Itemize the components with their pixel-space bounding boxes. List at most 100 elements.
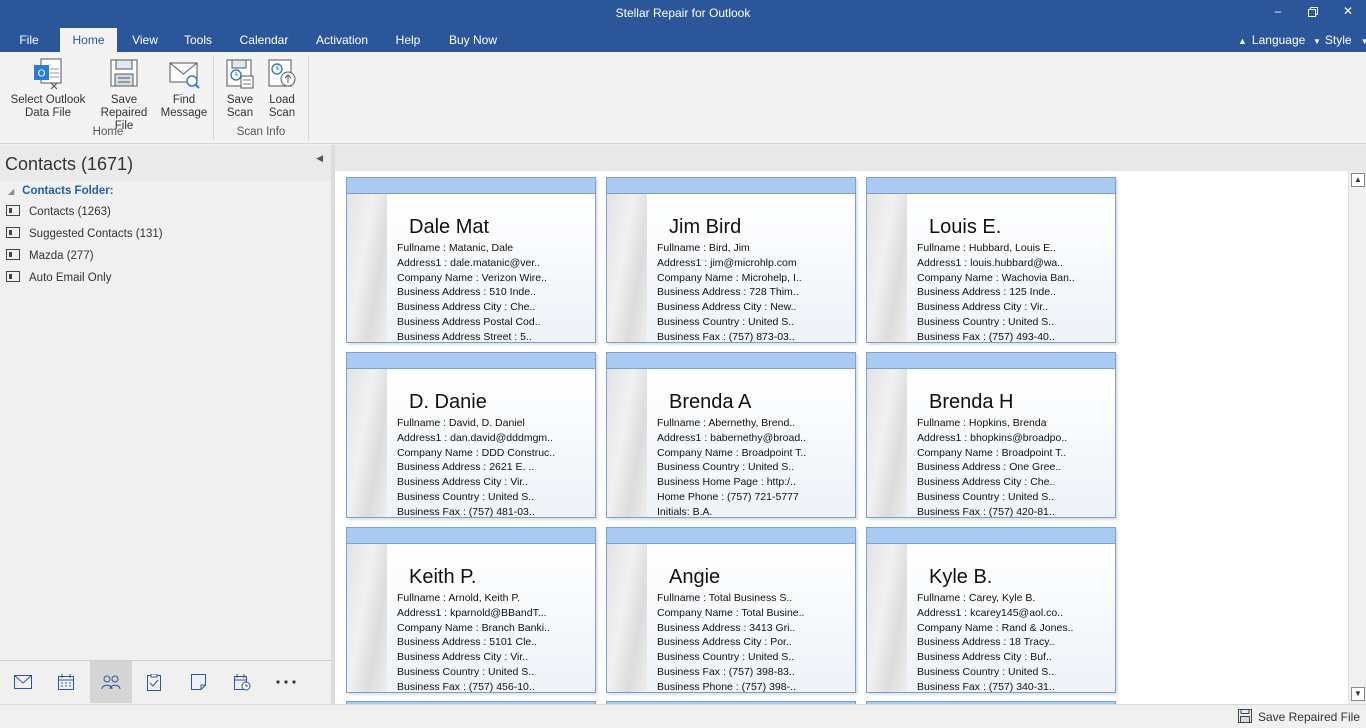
load-scan-button[interactable]: Load Scan — [262, 56, 302, 120]
load-scan-label-2: Scan — [268, 107, 296, 119]
status-save-label: Save Repaired File — [1257, 710, 1360, 724]
tab-home[interactable]: Home — [60, 28, 117, 52]
contact-card-field: Business Country : United S.. — [917, 315, 1055, 328]
scroll-down-icon[interactable]: ▼ — [1351, 687, 1365, 701]
contact-card-body: Kyle B. Fullname : Carey, Kyle B. Address1… — [907, 544, 1115, 692]
select-outlook-data-file-button[interactable]: O Select Outlook Data File — [6, 56, 90, 120]
status-bar: Save Repaired File — [0, 704, 1366, 728]
contact-card-field: Address1 : dale.matanic@ver.. — [397, 256, 541, 269]
contact-card-field: Fullname : Hubbard, Louis E.. — [917, 242, 1056, 254]
nav-calendar-button[interactable] — [45, 661, 87, 703]
tab-view[interactable]: View — [124, 28, 166, 52]
save-repaired-file-button[interactable]: Save Repaired File — [90, 56, 158, 133]
contact-card[interactable]: Brenda A Fullname : Abernethy, Brend.. Add… — [606, 352, 856, 518]
contact-card[interactable]: Louis E. Fullname : Hubbard, Louis E.. Add… — [866, 177, 1116, 343]
chevron-up-icon: ▲ — [1238, 36, 1247, 46]
select-outlook-label-1: Select Outlook — [10, 94, 86, 106]
contact-card-field: Business Address : 728 Thim.. — [657, 286, 799, 299]
folder-pane-header: Contacts (1671) ◀ — [0, 145, 331, 181]
folder-item-contacts[interactable]: Contacts (1263) — [6, 205, 111, 223]
folder-item-label: Auto Email Only — [29, 272, 112, 284]
status-save-repaired-button[interactable]: Save Repaired File — [1237, 709, 1360, 724]
close-button[interactable]: ✕ — [1334, 4, 1362, 24]
tab-activation[interactable]: Activation — [308, 28, 376, 52]
contact-card[interactable]: Angie Fullname : Total Business S.. Compan… — [606, 527, 856, 693]
nav-notes-button[interactable] — [177, 661, 219, 703]
contact-card[interactable]: D. Danie Fullname : David, D. Daniel Addre… — [346, 352, 596, 518]
chevron-down-icon: ▼ — [1360, 37, 1366, 46]
contact-card-field: Business Address Postal Cod.. — [397, 315, 541, 328]
folder-item-label: Mazda (277) — [29, 250, 94, 262]
contact-card-field: Fullname : Arnold, Keith P. — [397, 592, 520, 604]
tab-buy-now[interactable]: Buy Now — [442, 28, 504, 52]
contact-card-body: Jim Bird Fullname : Bird, Jim Address1 : j… — [647, 194, 855, 342]
contact-cards-view: Dale Mat Fullname : Matanic, Dale Address1… — [335, 171, 1348, 704]
nav-tasks-button[interactable] — [133, 661, 175, 703]
folder-item-suggested-contacts[interactable]: Suggested Contacts (131) — [6, 227, 163, 245]
contact-card-name: Jim Bird — [669, 216, 742, 238]
load-scan-icon — [268, 59, 296, 87]
folder-item-auto-email-only[interactable]: Auto Email Only — [6, 271, 111, 289]
scroll-up-icon[interactable]: ▲ — [1351, 173, 1365, 187]
tab-file[interactable]: File — [8, 28, 50, 52]
tab-help[interactable]: Help — [390, 28, 426, 52]
nav-mail-button[interactable] — [2, 661, 44, 703]
contact-card-field: Business Country : United S.. — [917, 490, 1055, 503]
nav-contacts-button[interactable] — [90, 661, 132, 703]
folder-item-mazda[interactable]: Mazda (277) — [6, 249, 94, 267]
contact-card[interactable]: Dale Mat Fullname : Matanic, Dale Address1… — [346, 177, 596, 343]
module-nav-bar — [0, 660, 331, 704]
save-scan-label-2: Scan — [226, 107, 254, 119]
contact-card-details: Fullname : Total Business S.. Company Nam… — [657, 591, 804, 693]
contact-card[interactable]: Brenda H Fullname : Hopkins, Brenda Addres… — [866, 352, 1116, 518]
contact-card[interactable]: Kyle B. Fullname : Carey, Kyle B. Address1… — [866, 527, 1116, 693]
contact-card-body: Brenda H Fullname : Hopkins, Brenda Addres… — [907, 369, 1115, 517]
contact-card-field: Home Phone : (757) 721-5777 — [657, 490, 799, 503]
contact-card-field: Fullname : Bird, Jim — [657, 242, 750, 254]
contact-card-field: Business Country : United S.. — [397, 665, 535, 678]
contact-card-icon — [6, 227, 20, 238]
contact-card-field: Business Address : 125 Inde.. — [917, 286, 1056, 299]
style-menu[interactable]: ▼ Style ▼ — [1313, 28, 1366, 52]
contacts-icon — [101, 675, 121, 690]
contact-card-decoration — [607, 369, 647, 517]
nav-journal-button[interactable] — [221, 661, 263, 703]
ribbon: O Select Outlook Data File Save Repaired… — [0, 52, 1366, 144]
contact-card-decoration — [867, 369, 907, 517]
contact-card-details: Fullname : Abernethy, Brend.. Address1 : … — [657, 416, 806, 517]
contact-card-body: Brenda A Fullname : Abernethy, Brend.. Add… — [647, 369, 855, 517]
contact-card-field: Address1 : kcarey145@aol.co.. — [917, 606, 1064, 619]
restore-icon — [1308, 7, 1318, 17]
contact-card-field: Business Country : United S.. — [397, 490, 535, 503]
collapse-pane-icon[interactable]: ◀ — [316, 153, 323, 164]
contact-card-body: Angie Fullname : Total Business S.. Compan… — [647, 544, 855, 692]
contact-card-name: Angie — [669, 566, 721, 588]
language-menu[interactable]: ▲ Language — [1238, 28, 1305, 52]
contacts-folder-root[interactable]: ◢ Contacts Folder: — [8, 185, 114, 197]
contact-card-body: D. Danie Fullname : David, D. Daniel Addre… — [387, 369, 595, 517]
contact-card-field: Fullname : Hopkins, Brenda — [917, 417, 1047, 429]
contact-card-decoration — [607, 194, 647, 342]
contact-card-header — [867, 528, 1115, 544]
find-message-button[interactable]: Find Message — [158, 56, 210, 120]
restore-button[interactable] — [1299, 4, 1327, 24]
find-message-label-1: Find — [172, 94, 196, 106]
folder-pane: Contacts (1671) ◀ ◢ Contacts Folder: Cont… — [0, 145, 331, 705]
contact-card-field: Business Country : United S.. — [657, 651, 795, 664]
tasks-icon — [147, 673, 161, 691]
contact-card-header — [607, 178, 855, 194]
select-outlook-label-2: Data File — [24, 107, 72, 119]
menu-bar: File Home View Tools Calendar Activation… — [0, 28, 1366, 52]
tab-calendar[interactable]: Calendar — [234, 28, 294, 52]
vertical-scrollbar[interactable]: ▲ ▼ — [1348, 171, 1366, 704]
contact-card-field: Business Address City : Buf.. — [917, 651, 1052, 664]
contact-card-field: Company Name : Wachovia Ban.. — [917, 271, 1075, 284]
minimize-button[interactable]: – — [1264, 4, 1292, 24]
save-scan-button[interactable]: Save Scan — [220, 56, 260, 120]
nav-more-button[interactable] — [265, 661, 307, 703]
contact-card[interactable]: Jim Bird Fullname : Bird, Jim Address1 : j… — [606, 177, 856, 343]
contact-card-body: Louis E. Fullname : Hubbard, Louis E.. Add… — [907, 194, 1115, 342]
contact-card-field: Business Phone : (757) 398-.. — [657, 680, 796, 693]
tab-tools[interactable]: Tools — [176, 28, 220, 52]
contact-card[interactable]: Keith P. Fullname : Arnold, Keith P. Addre… — [346, 527, 596, 693]
